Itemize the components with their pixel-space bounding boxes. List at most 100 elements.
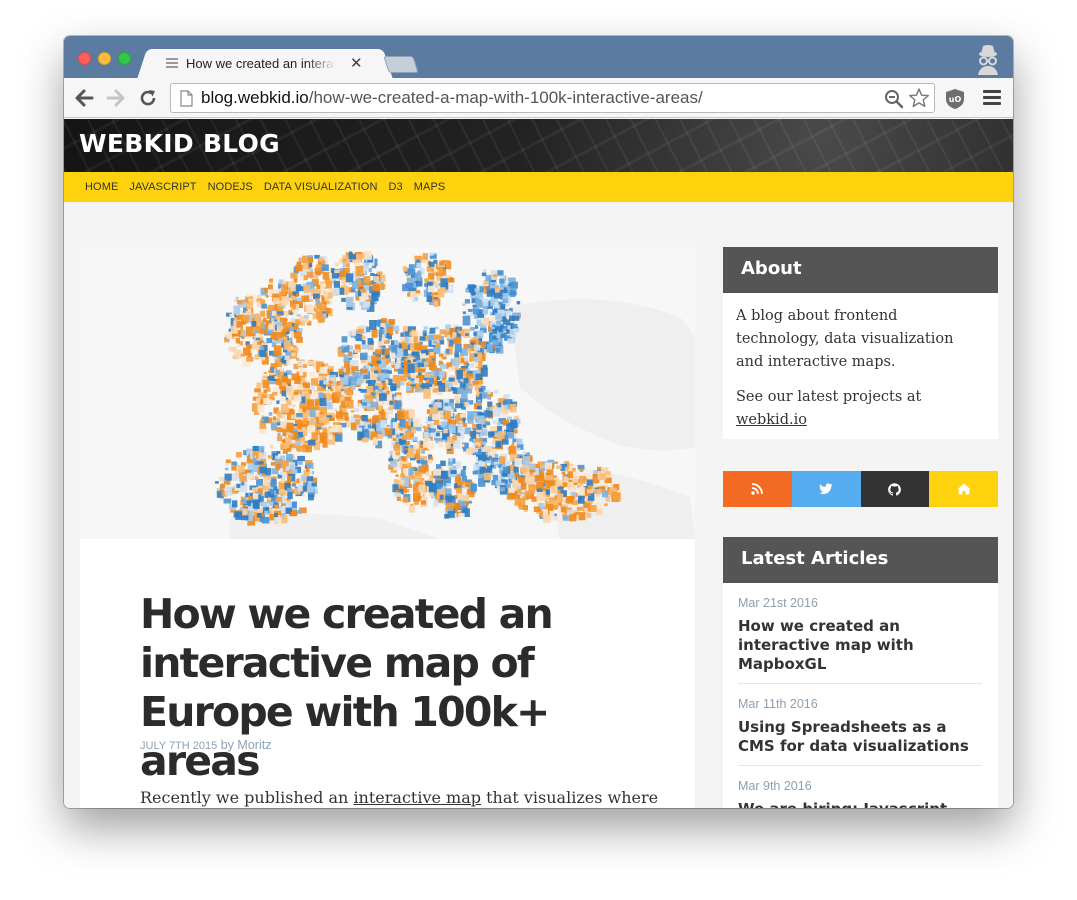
map-region-cell: [447, 418, 452, 424]
map-region-cell: [413, 336, 418, 343]
map-region-cell: [314, 402, 318, 406]
nav-item-data-visualization[interactable]: DATA VISUALIZATION: [264, 181, 378, 193]
map-region-cell: [544, 462, 553, 470]
map-region-cell: [511, 493, 518, 499]
article-date: July 7th 2015: [140, 740, 218, 752]
interactive-map-link[interactable]: interactive map: [353, 788, 481, 807]
map-region-cell: [463, 328, 471, 338]
latest-article-item[interactable]: Mar 21st 2016 How we created an interact…: [738, 583, 982, 684]
minimize-window-button[interactable]: [98, 52, 111, 65]
latest-article-item[interactable]: Mar 9th 2016 We are hiring: Javascript D…: [738, 766, 982, 808]
map-region-cell: [304, 315, 309, 319]
map-region-cell: [453, 408, 457, 412]
map-region-cell: [267, 455, 273, 459]
map-region-cell: [345, 368, 351, 375]
star-icon[interactable]: [908, 87, 930, 109]
map-region-cell: [481, 392, 488, 399]
home-button[interactable]: [929, 471, 998, 507]
twitter-button[interactable]: [791, 471, 861, 507]
rss-button[interactable]: [723, 471, 792, 507]
map-region-cell: [275, 369, 281, 375]
map-region-cell: [285, 466, 290, 471]
map-region-cell: [295, 440, 302, 446]
nav-item-nodejs[interactable]: NODEJS: [208, 181, 253, 193]
map-region-cell: [376, 434, 381, 437]
map-region-cell: [451, 365, 456, 370]
map-region-cell: [459, 438, 464, 443]
map-region-cell: [498, 301, 503, 305]
map-region-cell: [302, 255, 309, 263]
zoom-icon[interactable]: [884, 89, 904, 109]
map-region-cell: [302, 407, 306, 413]
map-region-cell: [467, 348, 471, 353]
ublock-icon[interactable]: uO: [945, 88, 965, 110]
map-region-cell: [272, 392, 278, 396]
map-region-cell: [480, 367, 488, 377]
map-region-cell: [496, 320, 502, 326]
map-region-cell: [357, 255, 362, 258]
map-region-cell: [342, 343, 347, 347]
map-region-cell: [465, 333, 469, 336]
map-region-cell: [229, 313, 234, 317]
back-button[interactable]: [72, 86, 96, 110]
nav-item-home[interactable]: HOME: [85, 181, 118, 193]
map-region-cell: [445, 349, 450, 354]
map-region-cell: [408, 468, 414, 475]
github-button[interactable]: [860, 471, 930, 507]
close-window-button[interactable]: [78, 52, 91, 65]
map-region-cell: [536, 481, 544, 489]
nav-item-javascript[interactable]: JAVASCRIPT: [129, 181, 196, 193]
map-region-cell: [540, 503, 545, 510]
nav-item-d3[interactable]: D3: [389, 181, 403, 193]
map-region-cell: [422, 253, 428, 260]
map-region-cell: [287, 447, 292, 452]
map-region-cell: [602, 490, 609, 498]
new-tab-button[interactable]: [383, 56, 419, 73]
reload-button[interactable]: [136, 86, 160, 110]
map-region-cell: [511, 478, 515, 482]
map-region-cell: [268, 507, 273, 511]
map-region-cell: [423, 431, 429, 437]
browser-toolbar: blog.webkid.io/how-we-created-a-map-with…: [64, 78, 1013, 118]
url-text[interactable]: blog.webkid.io/how-we-created-a-map-with…: [201, 88, 703, 108]
address-bar[interactable]: blog.webkid.io/how-we-created-a-map-with…: [170, 83, 935, 113]
map-region-cell: [281, 284, 288, 293]
map-region-cell: [433, 369, 440, 377]
tab-active[interactable]: How we created an interactive map ✕: [150, 49, 380, 79]
map-region-cell: [613, 492, 621, 502]
tab-close-icon[interactable]: ✕: [350, 54, 363, 72]
nav-item-maps[interactable]: MAPS: [414, 181, 446, 193]
article-by: by: [220, 738, 234, 752]
map-region-cell: [341, 279, 347, 286]
zoom-window-button[interactable]: [118, 52, 131, 65]
latest-article-title[interactable]: We are hiring: Javascript Developer in B…: [738, 800, 982, 808]
map-region-cell: [333, 287, 340, 296]
map-region-cell: [444, 402, 449, 407]
latest-article-item[interactable]: Mar 11th 2016 Using Spreadsheets as a CM…: [738, 684, 982, 766]
forward-button[interactable]: [104, 86, 128, 110]
map-region-cell: [556, 465, 562, 469]
latest-article-title[interactable]: Using Spreadsheets as a CMS for data vis…: [738, 718, 982, 756]
map-region-cell: [464, 299, 470, 304]
latest-article-title[interactable]: How we created an interactive map with M…: [738, 617, 982, 674]
map-region-cell: [380, 419, 387, 428]
map-region-cell: [538, 511, 543, 517]
map-region-cell: [240, 481, 245, 486]
page-viewport[interactable]: WEBKID BLOG HOME JAVASCRIPT NODEJS DATA VIS…: [64, 119, 1013, 808]
menu-icon[interactable]: [983, 90, 1001, 106]
blog-title[interactable]: WEBKID BLOG: [79, 129, 280, 158]
map-region-cell: [469, 438, 473, 442]
map-region-cell: [283, 340, 291, 350]
article-author-link[interactable]: Moritz: [237, 738, 271, 752]
map-region-cell: [306, 426, 312, 433]
webkid-link[interactable]: webkid.io: [736, 412, 807, 428]
map-region-cell: [256, 322, 261, 326]
map-region-cell: [554, 461, 558, 464]
map-region-cell: [547, 503, 554, 511]
map-region-cell: [460, 390, 468, 400]
map-region-cell: [373, 284, 378, 290]
map-region-cell: [312, 391, 319, 399]
map-region-cell: [339, 346, 344, 350]
map-region-cell: [377, 271, 383, 276]
map-region-cell: [236, 344, 241, 348]
